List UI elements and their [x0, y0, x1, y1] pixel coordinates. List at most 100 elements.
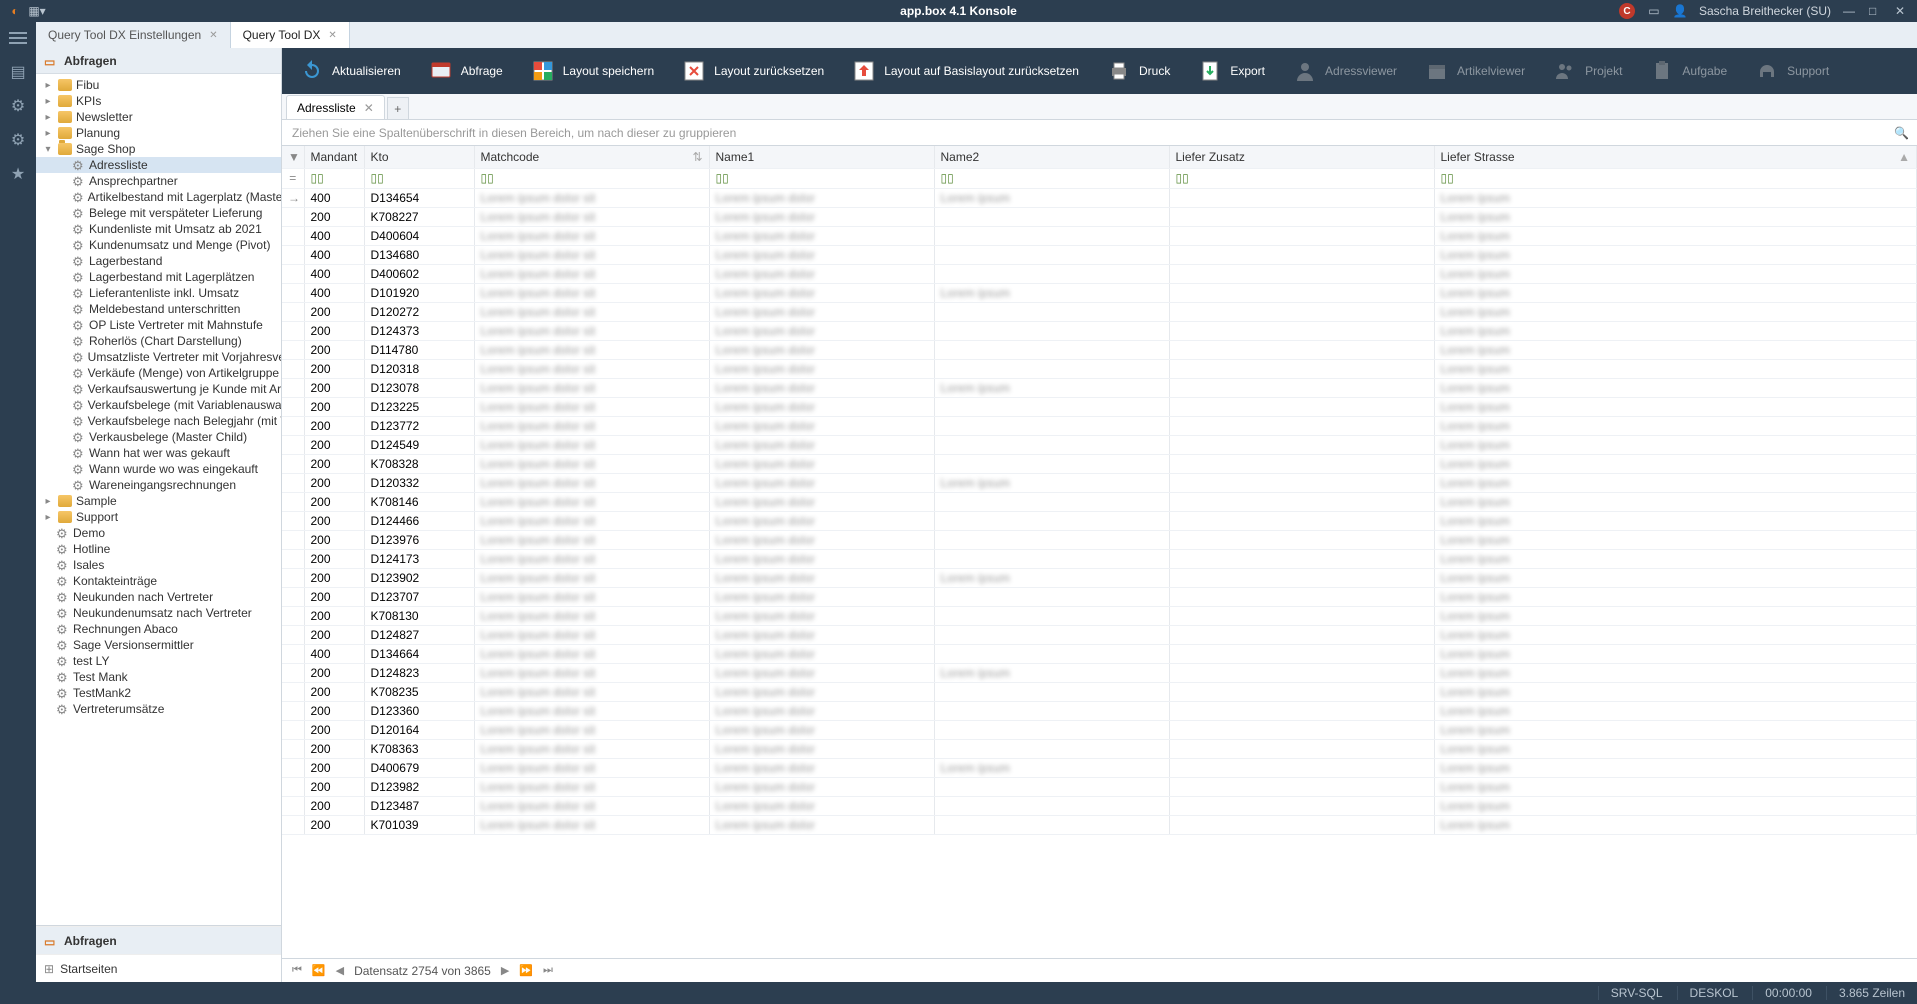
- column-header[interactable]: Liefer Strasse ▲: [1434, 146, 1917, 168]
- table-row[interactable]: 200D124373Lorem ipsum dolor sitLorem ips…: [282, 321, 1917, 340]
- sidebar-tab-abfragen[interactable]: Abfragen: [36, 926, 281, 954]
- table-row[interactable]: 200K708328Lorem ipsum dolor sitLorem ips…: [282, 454, 1917, 473]
- table-row[interactable]: 200D124466Lorem ipsum dolor sitLorem ips…: [282, 511, 1917, 530]
- table-row[interactable]: 200D123707Lorem ipsum dolor sitLorem ips…: [282, 587, 1917, 606]
- pager-first[interactable]: ⏮: [292, 964, 302, 977]
- tree-query-item[interactable]: ⚙Verkaufsauswertung je Kunde mit Artikel…: [36, 381, 281, 397]
- maximize-button[interactable]: □: [1869, 4, 1883, 18]
- filter-mode[interactable]: =: [282, 168, 304, 188]
- column-header[interactable]: Name1: [709, 146, 934, 168]
- tree-query-item[interactable]: ⚙Verkäufe (Menge) von Artikelgruppe pro …: [36, 365, 281, 381]
- table-row[interactable]: 400D400604Lorem ipsum dolor sitLorem ips…: [282, 226, 1917, 245]
- toolbar-export[interactable]: Export: [1184, 48, 1279, 94]
- toolbar-refresh[interactable]: Aktualisieren: [286, 48, 415, 94]
- column-header[interactable]: Kto: [364, 146, 474, 168]
- tree-folder[interactable]: ▸Planung: [36, 125, 281, 141]
- column-header[interactable]: Liefer Zusatz: [1169, 146, 1434, 168]
- tree-query-item[interactable]: ⚙OP Liste Vertreter mit Mahnstufe: [36, 317, 281, 333]
- tree-query-item[interactable]: ⚙Rechnungen Abaco: [36, 621, 281, 637]
- table-row[interactable]: 400D400602Lorem ipsum dolor sitLorem ips…: [282, 264, 1917, 283]
- tree-query-item[interactable]: ⚙Belege mit verspäteter Lieferung: [36, 205, 281, 221]
- table-row[interactable]: 200D123982Lorem ipsum dolor sitLorem ips…: [282, 777, 1917, 796]
- rail-dashboard-icon[interactable]: ▤: [8, 62, 28, 82]
- filter-cell[interactable]: ▯▯: [474, 168, 709, 188]
- table-row[interactable]: 400D134680Lorem ipsum dolor sitLorem ips…: [282, 245, 1917, 264]
- tree-query-item[interactable]: ⚙Demo: [36, 525, 281, 541]
- table-row[interactable]: 200D123902Lorem ipsum dolor sitLorem ips…: [282, 568, 1917, 587]
- table-row[interactable]: 200D114780Lorem ipsum dolor sitLorem ips…: [282, 340, 1917, 359]
- column-header[interactable]: Name2: [934, 146, 1169, 168]
- filter-cell[interactable]: ▯▯: [1434, 168, 1917, 188]
- tree-query-item[interactable]: ⚙Wann hat wer was gekauft: [36, 445, 281, 461]
- tab-querytool[interactable]: Query Tool DX✕: [231, 22, 350, 48]
- column-header[interactable]: Mandant: [304, 146, 364, 168]
- tree-query-item[interactable]: ⚙Kundenumsatz und Menge (Pivot): [36, 237, 281, 253]
- table-row[interactable]: 200D124549Lorem ipsum dolor sitLorem ips…: [282, 435, 1917, 454]
- tab-einstellungen[interactable]: Query Tool DX Einstellungen✕: [36, 22, 231, 48]
- tree-query-item[interactable]: ⚙Verkaufsbelege (mit Variablenauswahl): [36, 397, 281, 413]
- notification-badge-icon[interactable]: C: [1619, 3, 1635, 19]
- tree-folder[interactable]: ▸Newsletter: [36, 109, 281, 125]
- table-row[interactable]: 200K708146Lorem ipsum dolor sitLorem ips…: [282, 492, 1917, 511]
- pager-last[interactable]: ⏭: [543, 964, 553, 977]
- table-row[interactable]: 200D120164Lorem ipsum dolor sitLorem ips…: [282, 720, 1917, 739]
- tree-query-item[interactable]: ⚙Sage Versionsermittler: [36, 637, 281, 653]
- tree-query-item[interactable]: ⚙Lagerbestand: [36, 253, 281, 269]
- add-tab-button[interactable]: +: [387, 97, 409, 119]
- tree-query-item[interactable]: ⚙Neukundenumsatz nach Vertreter: [36, 605, 281, 621]
- menu-dropdown-icon[interactable]: ▦▾: [30, 4, 44, 18]
- tree-query-item[interactable]: ⚙Verkaufsbelege nach Belegjahr (mit Vari…: [36, 413, 281, 429]
- expander-icon[interactable]: ▾: [42, 144, 54, 155]
- filter-cell[interactable]: ▯▯: [934, 168, 1169, 188]
- close-icon[interactable]: ✕: [209, 30, 217, 41]
- table-row[interactable]: 200K708363Lorem ipsum dolor sitLorem ips…: [282, 739, 1917, 758]
- table-row[interactable]: 200D124827Lorem ipsum dolor sitLorem ips…: [282, 625, 1917, 644]
- expander-icon[interactable]: ▸: [42, 128, 54, 139]
- filter-cell[interactable]: ▯▯: [709, 168, 934, 188]
- tree-query-item[interactable]: ⚙Wareneingangsrechnungen: [36, 477, 281, 493]
- table-row[interactable]: 200D120272Lorem ipsum dolor sitLorem ips…: [282, 302, 1917, 321]
- result-tab-adressliste[interactable]: Adressliste✕: [286, 95, 385, 119]
- filter-cell[interactable]: ▯▯: [1169, 168, 1434, 188]
- table-row[interactable]: 200K708227Lorem ipsum dolor sitLorem ips…: [282, 207, 1917, 226]
- column-header[interactable]: Matchcode ⇅: [474, 146, 709, 168]
- tree-query-item[interactable]: ⚙Meldebestand unterschritten: [36, 301, 281, 317]
- tree-query-item[interactable]: ⚙Ansprechpartner: [36, 173, 281, 189]
- tree-folder[interactable]: ▾Sage Shop: [36, 141, 281, 157]
- tree-folder[interactable]: ▸Sample: [36, 493, 281, 509]
- tree-query-item[interactable]: ⚙Verkausbelege (Master Child): [36, 429, 281, 445]
- table-row[interactable]: 200D123976Lorem ipsum dolor sitLorem ips…: [282, 530, 1917, 549]
- toolbar-query[interactable]: Abfrage: [415, 48, 517, 94]
- table-row[interactable]: 200D400679Lorem ipsum dolor sitLorem ips…: [282, 758, 1917, 777]
- filter-cell[interactable]: ▯▯: [304, 168, 364, 188]
- expander-icon[interactable]: ▸: [42, 80, 54, 91]
- rail-settings-icon[interactable]: ⚙: [8, 96, 28, 116]
- table-row[interactable]: 200D124823Lorem ipsum dolor sitLorem ips…: [282, 663, 1917, 682]
- data-grid[interactable]: ▼MandantKtoMatchcode ⇅Name1Name2Liefer Z…: [282, 146, 1917, 835]
- minimize-button[interactable]: —: [1843, 4, 1857, 18]
- toolbar-layout-save[interactable]: Layout speichern: [517, 48, 668, 94]
- tree-query-item[interactable]: ⚙Adressliste: [36, 157, 281, 173]
- toolbar-layout-base[interactable]: Layout auf Basislayout zurücksetzen: [838, 48, 1093, 94]
- table-row[interactable]: 200K708235Lorem ipsum dolor sitLorem ips…: [282, 682, 1917, 701]
- close-icon[interactable]: ✕: [364, 101, 374, 115]
- tree-query-item[interactable]: ⚙Lagerbestand mit Lagerplätzen: [36, 269, 281, 285]
- table-row[interactable]: 200D123772Lorem ipsum dolor sitLorem ips…: [282, 416, 1917, 435]
- tree-query-item[interactable]: ⚙Vertreterumsätze: [36, 701, 281, 717]
- tree-query-item[interactable]: ⚙Kontakteinträge: [36, 573, 281, 589]
- pager-prevpage[interactable]: ⏪: [312, 964, 326, 977]
- tree-query-item[interactable]: ⚙Neukunden nach Vertreter: [36, 589, 281, 605]
- sidebar-tab-startseiten[interactable]: ⊞Startseiten: [36, 954, 281, 982]
- table-row[interactable]: 200D123360Lorem ipsum dolor sitLorem ips…: [282, 701, 1917, 720]
- table-row[interactable]: 200D120318Lorem ipsum dolor sitLorem ips…: [282, 359, 1917, 378]
- toolbar-print[interactable]: Druck: [1093, 48, 1184, 94]
- tree-query-item[interactable]: ⚙Lieferantenliste inkl. Umsatz: [36, 285, 281, 301]
- tree-query-item[interactable]: ⚙Hotline: [36, 541, 281, 557]
- expander-icon[interactable]: ▸: [42, 112, 54, 123]
- close-button[interactable]: ✕: [1895, 4, 1909, 18]
- filter-cell[interactable]: ▯▯: [364, 168, 474, 188]
- query-tree[interactable]: ▸Fibu▸KPIs▸Newsletter▸Planung▾Sage Shop⚙…: [36, 74, 281, 925]
- rail-settings2-icon[interactable]: ⚙: [8, 130, 28, 150]
- table-row[interactable]: 200K701039Lorem ipsum dolor sitLorem ips…: [282, 815, 1917, 834]
- tree-query-item[interactable]: ⚙Artikelbestand mit Lagerplatz (Master C…: [36, 189, 281, 205]
